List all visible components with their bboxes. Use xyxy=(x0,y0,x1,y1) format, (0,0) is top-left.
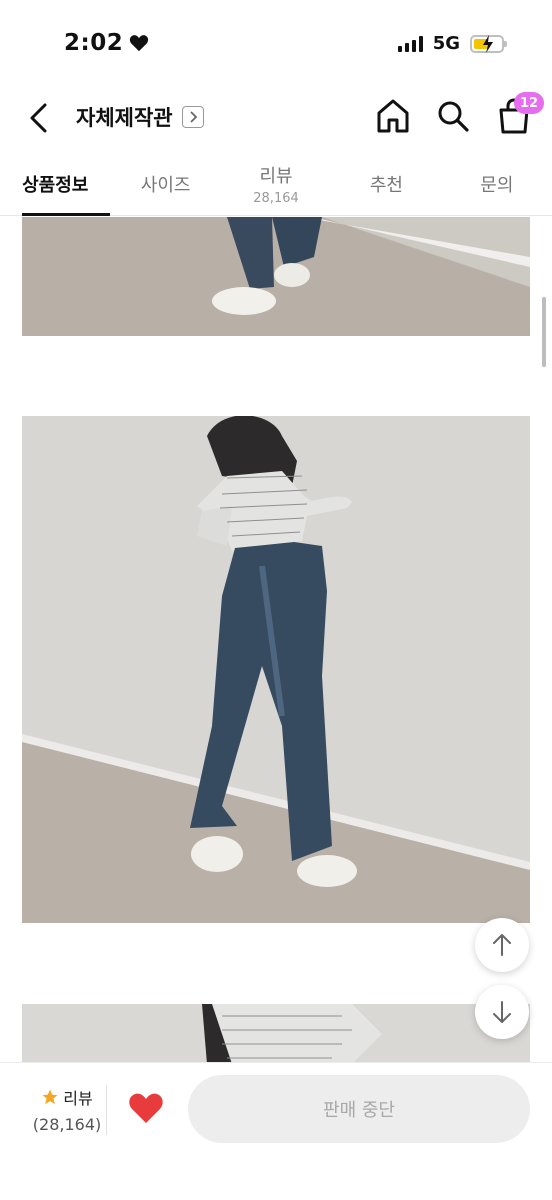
status-indicators: 5G xyxy=(397,33,507,54)
store-name: 자체제작관 xyxy=(76,106,173,130)
back-icon xyxy=(30,103,47,133)
scroll-up-button[interactable] xyxy=(475,918,529,972)
divider xyxy=(106,1085,107,1135)
search-icon xyxy=(438,101,469,132)
tab-review[interactable]: 리뷰 28,164 xyxy=(221,152,331,215)
back-button[interactable] xyxy=(24,98,54,138)
status-bar: 2:02 5G xyxy=(0,0,552,88)
tab-product-info[interactable]: 상품정보 xyxy=(0,152,111,216)
product-photo xyxy=(22,416,530,923)
top-header: 자체제작관 xyxy=(0,88,552,148)
tab-label: 문의 xyxy=(480,174,514,196)
store-link[interactable]: 자체제작관 xyxy=(76,102,204,132)
review-summary[interactable]: 리뷰 (28,164) xyxy=(22,1085,112,1134)
tab-label: 사이즈 xyxy=(140,174,191,196)
review-summary-top: 리뷰 xyxy=(22,1085,112,1109)
scrollbar[interactable] xyxy=(542,297,546,367)
scroll-down-button[interactable] xyxy=(475,985,529,1039)
home-button[interactable] xyxy=(374,96,412,136)
tab-inquiry[interactable]: 문의 xyxy=(442,152,552,215)
tab-size[interactable]: 사이즈 xyxy=(110,152,220,215)
status-time-group: 2:02 xyxy=(64,30,149,56)
tab-label: 상품정보 xyxy=(22,174,89,196)
like-button[interactable] xyxy=(128,1091,168,1129)
purchase-button-disabled[interactable]: 판매 중단 xyxy=(188,1075,530,1143)
review-label: 리뷰 xyxy=(63,1089,93,1108)
product-detail-content[interactable] xyxy=(0,217,552,1062)
tab-label: 추천 xyxy=(369,174,403,196)
home-icon xyxy=(377,99,409,133)
cart-count-badge: 12 xyxy=(514,92,545,114)
battery-icon xyxy=(470,34,507,53)
heart-icon xyxy=(129,1093,163,1123)
product-tabs: 상품정보 사이즈 리뷰 28,164 추천 문의 xyxy=(0,152,552,216)
screen: 2:02 5G 자체제작관 12 상품정보 사이즈 리뷰 28,164 추천 문… xyxy=(0,0,552,1200)
star-icon xyxy=(42,1089,58,1105)
signal-icon xyxy=(397,35,423,52)
status-time: 2:02 xyxy=(64,30,124,56)
bottom-action-bar: 리뷰 (28,164) 판매 중단 xyxy=(0,1062,552,1200)
arrow-down-icon xyxy=(493,1001,511,1023)
review-count: (28,164) xyxy=(32,1115,102,1134)
tab-label: 리뷰 xyxy=(259,165,293,187)
product-photo xyxy=(22,1004,530,1062)
tab-review-count: 28,164 xyxy=(253,190,299,206)
search-button[interactable] xyxy=(434,96,472,136)
tab-recommend[interactable]: 추천 xyxy=(331,152,441,215)
network-label: 5G xyxy=(432,33,460,54)
product-photo xyxy=(22,217,530,336)
heart-icon xyxy=(130,35,149,52)
chevron-right-icon xyxy=(181,106,204,128)
arrow-up-icon xyxy=(493,934,511,956)
